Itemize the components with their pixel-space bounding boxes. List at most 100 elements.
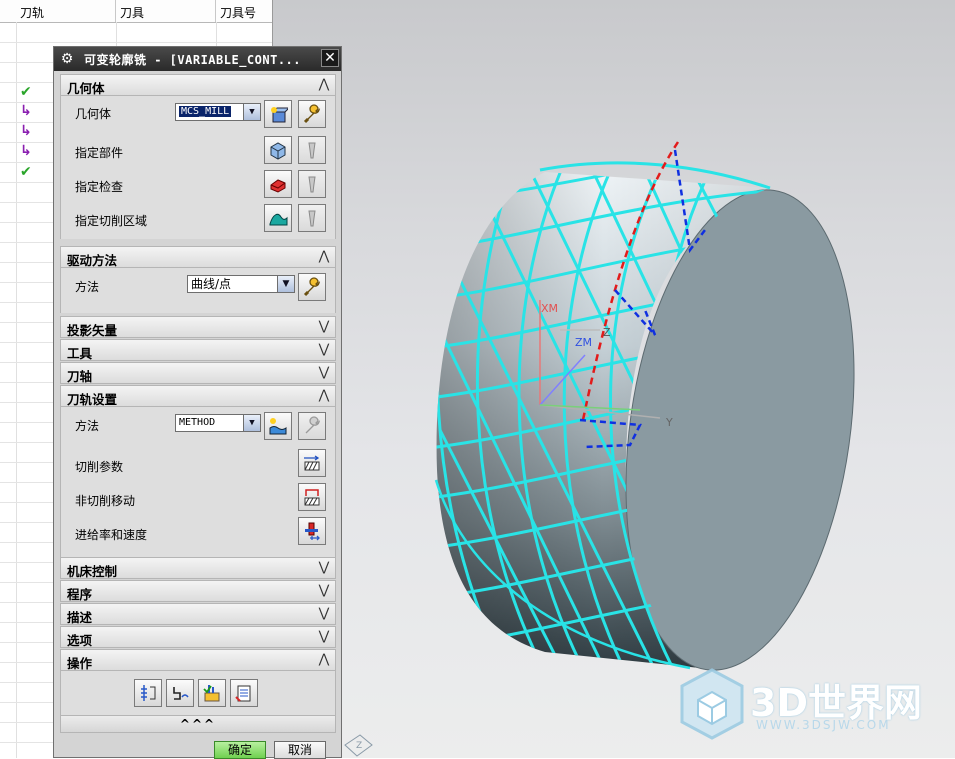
cut-area-icon [269, 213, 288, 226]
section-machine-control-header[interactable]: 机床控制 ⋁ [60, 557, 336, 579]
cube-logo-icon [680, 668, 744, 740]
svg-text:Z: Z [356, 741, 362, 751]
chevron-down-icon[interactable]: ⋁ [316, 583, 332, 599]
list-button[interactable] [230, 679, 258, 707]
chevron-up-icon[interactable]: ⋀ [316, 652, 332, 668]
new-geometry-button[interactable] [264, 100, 292, 128]
show-check-button[interactable] [298, 170, 326, 198]
axis-label-z: Z [603, 326, 611, 339]
check-geometry-icon [270, 179, 286, 193]
column-header-tool-number[interactable]: 刀具号 [216, 0, 272, 22]
check-icon: ✔ [20, 164, 32, 180]
specify-check-label: 指定检查 [75, 180, 124, 194]
cut-params-button[interactable] [298, 449, 326, 477]
generate-button[interactable] [134, 679, 162, 707]
specify-part-button[interactable] [264, 136, 292, 164]
edit-geometry-button[interactable] [298, 100, 326, 128]
axis-label-y: Y [665, 416, 673, 429]
show-part-button[interactable] [298, 136, 326, 164]
chevron-down-icon[interactable]: ⋁ [316, 606, 332, 622]
flashlight-icon [308, 176, 316, 193]
flashlight-icon [308, 210, 316, 227]
feeds-speeds-icon [305, 522, 320, 541]
section-path-settings-body: 方法 METHOD ▼ 切削参数 非切削移动 进给率和速度 [60, 407, 336, 557]
section-actions-body [60, 671, 336, 715]
chevron-down-icon[interactable]: ⋁ [316, 365, 332, 381]
redirect-icon: ↳ [20, 103, 32, 119]
chevron-down-icon[interactable]: ▼ [243, 104, 260, 120]
specify-part-label: 指定部件 [75, 146, 124, 160]
variable-contour-dialog[interactable]: ⚙ 可变轮廓铣 - [VARIABLE_CONT... ✕ 几何体 ⋀ 几何体 … [53, 46, 342, 759]
section-geometry-header[interactable]: 几何体 ⋀ [60, 74, 336, 96]
redirect-icon: ↳ [20, 123, 32, 139]
wrench-icon [303, 104, 321, 124]
watermark: 3D世界网 WWW.3DSJW.COM [672, 664, 942, 754]
axis-label-xm: XM [541, 302, 558, 315]
section-geometry-title: 几何体 [67, 81, 105, 96]
chevron-down-icon[interactable]: ⋁ [316, 629, 332, 645]
chevron-down-icon[interactable]: ⋁ [316, 560, 332, 576]
section-drive-title: 驱动方法 [67, 253, 118, 268]
table-row[interactable] [0, 22, 272, 43]
gear-icon[interactable]: ⚙ [58, 50, 76, 68]
edit-method-button[interactable] [298, 412, 326, 440]
verify-button[interactable] [198, 679, 226, 707]
cut-params-icon [304, 455, 320, 471]
geometry-select[interactable]: MCS_MILL ▼ [175, 103, 261, 121]
drive-method-select[interactable]: 曲线/点 ▼ [187, 275, 295, 293]
section-projection-header[interactable]: 投影矢量 ⋁ [60, 316, 336, 338]
new-method-button[interactable] [264, 412, 292, 440]
non-cut-moves-button[interactable] [298, 483, 326, 511]
list-icon [235, 685, 251, 702]
new-method-icon [269, 418, 287, 435]
replay-icon [173, 687, 189, 700]
path-method-label: 方法 [75, 419, 100, 433]
dialog-title-bar[interactable]: ⚙ 可变轮廓铣 - [VARIABLE_CONT... ✕ [54, 47, 341, 71]
chevron-down-icon[interactable]: ⋁ [316, 319, 332, 335]
part-icon [270, 142, 286, 160]
chevron-down-icon[interactable]: ▼ [243, 415, 260, 431]
geometry-label: 几何体 [75, 107, 112, 121]
non-cut-moves-label: 非切削移动 [75, 494, 136, 508]
section-actions-header[interactable]: 操作 ⋀ [60, 649, 336, 671]
redirect-icon: ↳ [20, 143, 32, 159]
view-triad-icon: Z [344, 734, 373, 757]
chevron-up-icon[interactable]: ⋀ [316, 249, 332, 265]
feeds-speeds-button[interactable] [298, 517, 326, 545]
edit-drive-method-button[interactable] [298, 273, 326, 301]
chevron-up-icon[interactable]: ⋀ [316, 388, 332, 404]
close-button[interactable]: ✕ [321, 49, 339, 67]
wrench-icon [305, 416, 321, 434]
show-cut-area-button[interactable] [298, 204, 326, 232]
specify-cut-area-button[interactable] [264, 204, 292, 232]
watermark-url: WWW.3DSJW.COM [756, 718, 891, 732]
flashlight-icon [308, 142, 316, 159]
section-options-header[interactable]: 选项 ⋁ [60, 626, 336, 648]
column-header-toolpath[interactable]: 刀轨 [0, 0, 116, 22]
column-header-tool[interactable]: 刀具 [116, 0, 216, 22]
specify-cut-area-label: 指定切削区域 [75, 214, 148, 228]
navigator-header: 刀轨 刀具 刀具号 [0, 0, 272, 23]
section-tool-axis-header[interactable]: 刀轴 ⋁ [60, 362, 336, 384]
more-toggle[interactable]: ^^^ [60, 715, 336, 733]
cut-params-label: 切削参数 [75, 460, 124, 474]
chevron-down-icon[interactable]: ⋁ [316, 342, 332, 358]
specify-check-button[interactable] [264, 170, 292, 198]
section-tool-header[interactable]: 工具 ⋁ [60, 339, 336, 361]
section-path-settings-header[interactable]: 刀轨设置 ⋀ [60, 385, 336, 407]
wrench-icon [303, 277, 321, 297]
chevron-down-icon[interactable]: ▼ [277, 276, 294, 292]
path-method-select[interactable]: METHOD ▼ [175, 414, 261, 432]
ok-button[interactable]: 确定 [214, 741, 266, 759]
section-drive-header[interactable]: 驱动方法 ⋀ [60, 246, 336, 268]
section-drive-body: 方法 曲线/点 ▼ [60, 268, 336, 313]
verify-icon [203, 685, 220, 702]
section-geometry-body: 几何体 MCS_MILL ▼ 指定部件 指定检查 指定切削区域 [60, 96, 336, 239]
non-cut-moves-icon [304, 489, 320, 506]
chevron-up-icon[interactable]: ⋀ [316, 77, 332, 93]
check-icon: ✔ [20, 84, 32, 100]
replay-button[interactable] [166, 679, 194, 707]
section-program-header[interactable]: 程序 ⋁ [60, 580, 336, 602]
section-description-header[interactable]: 描述 ⋁ [60, 603, 336, 625]
cancel-button[interactable]: 取消 [274, 741, 326, 759]
